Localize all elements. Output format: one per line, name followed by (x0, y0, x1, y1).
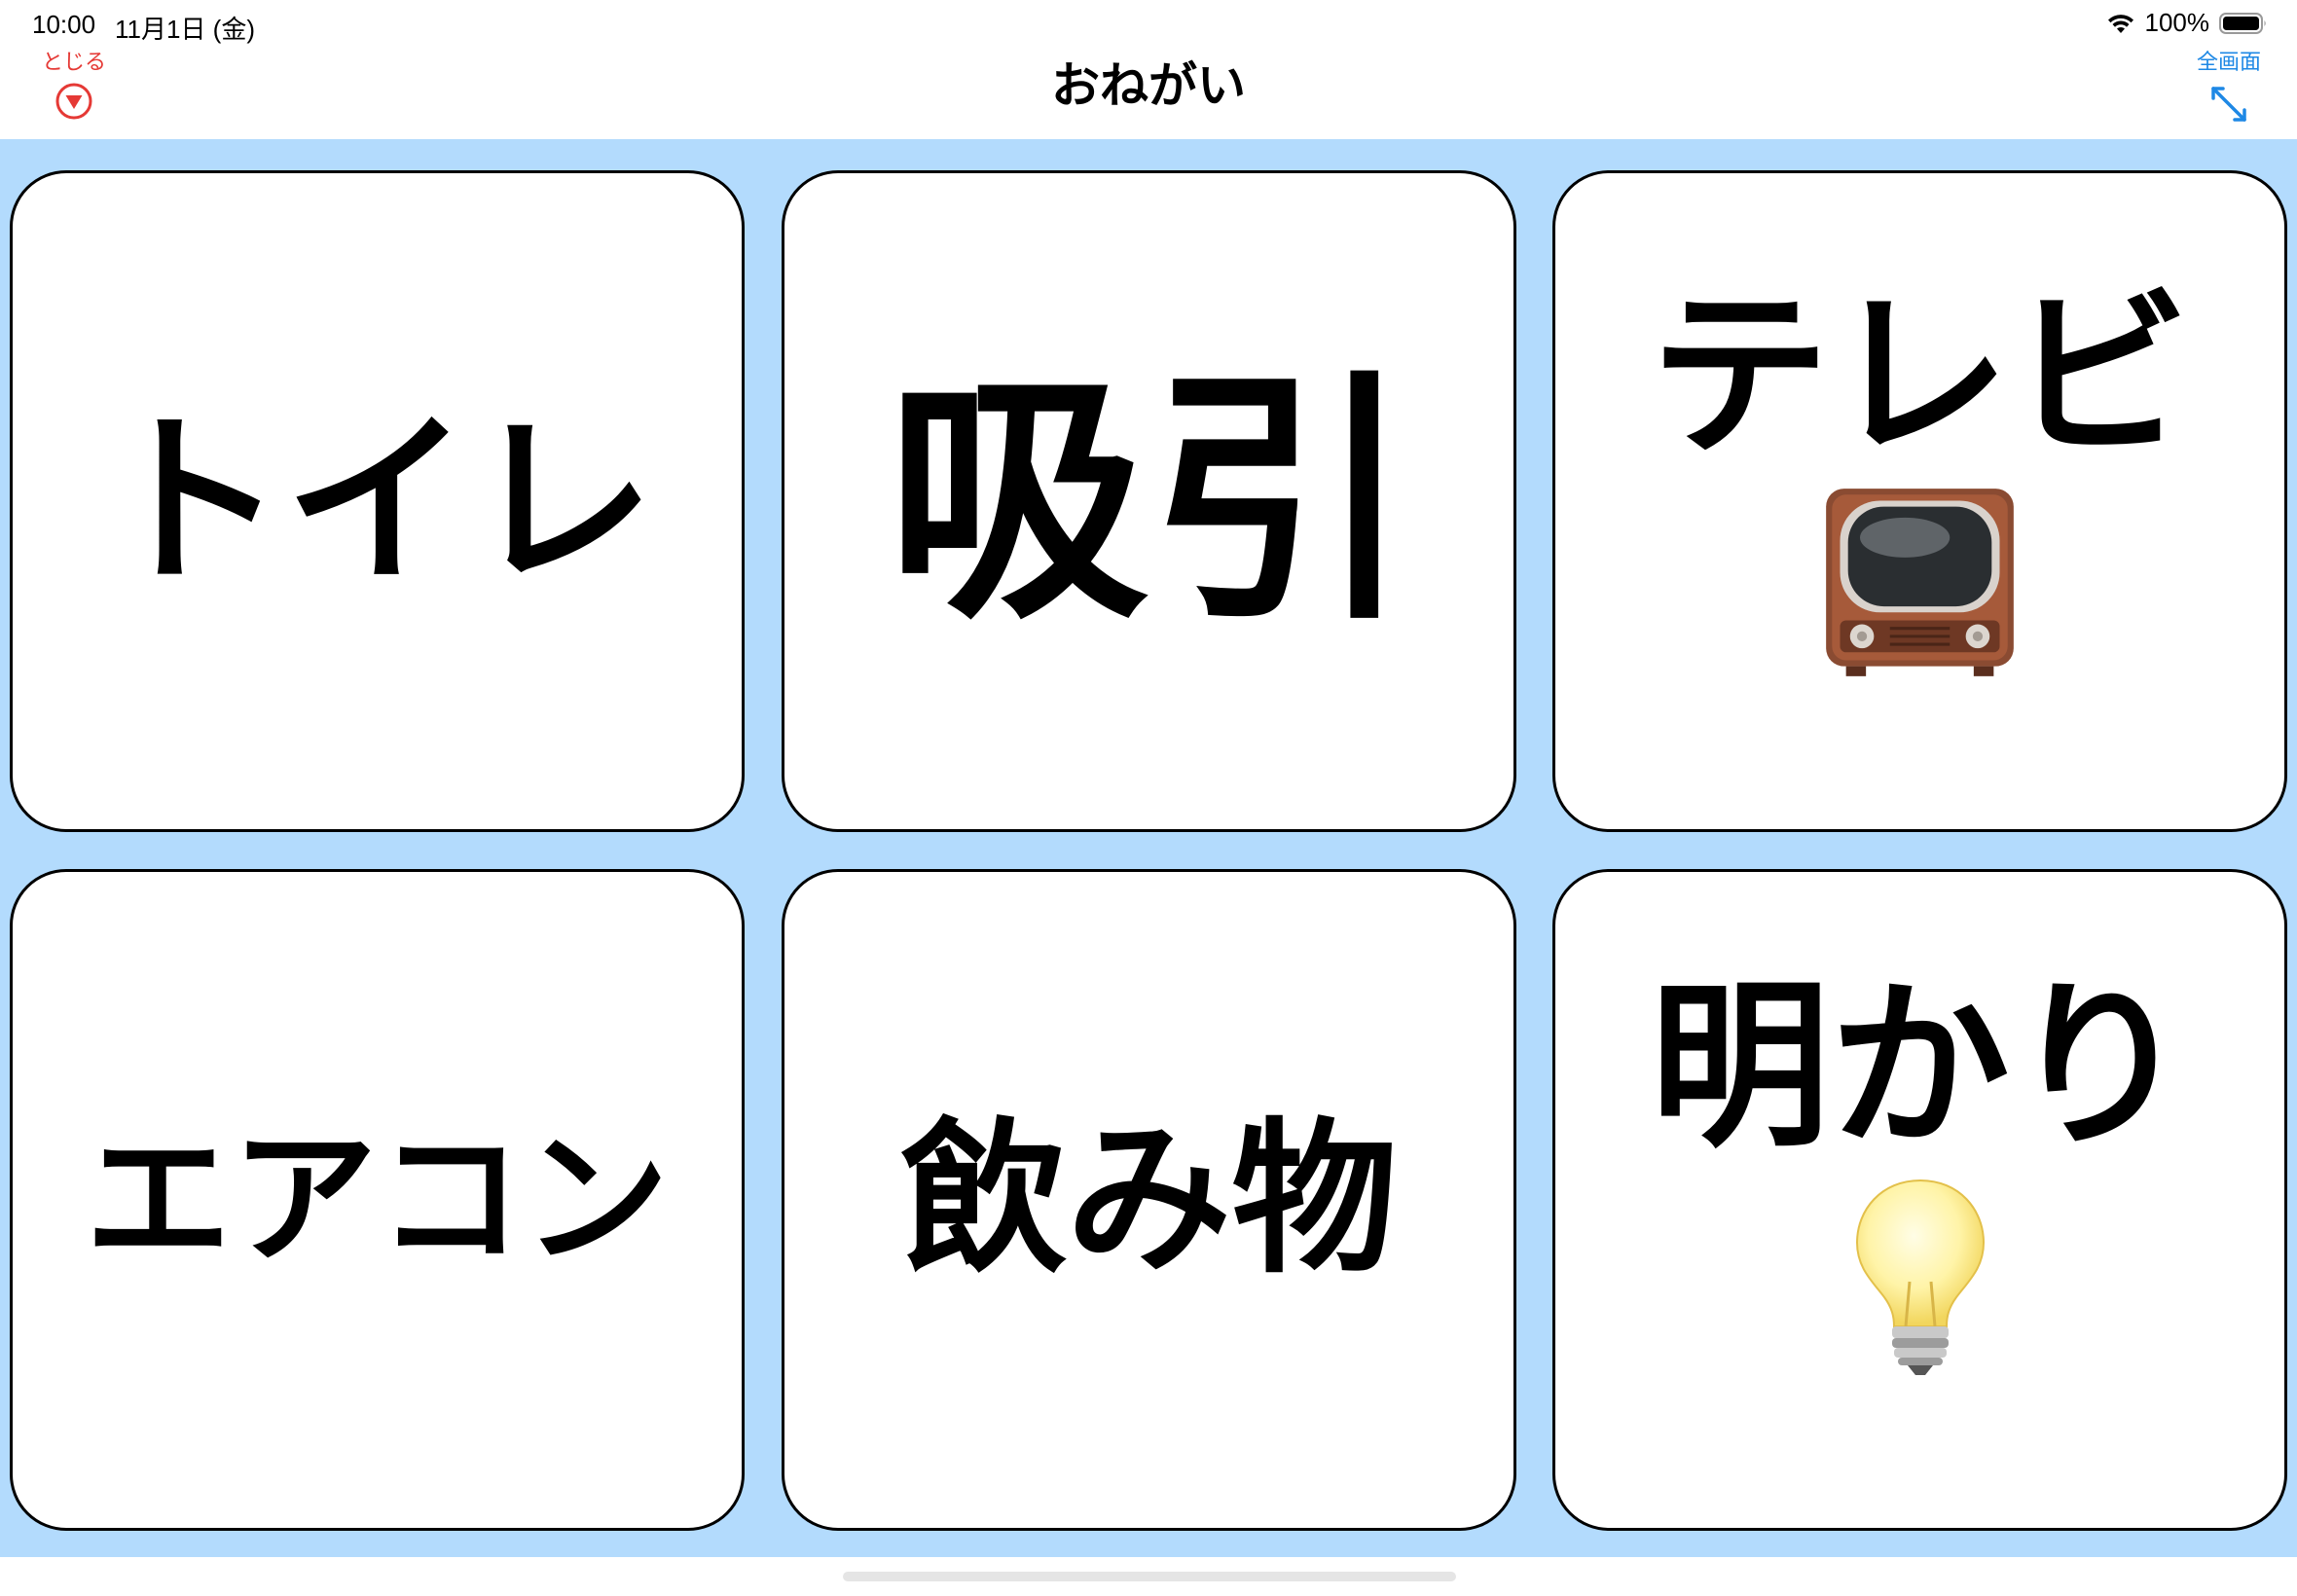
card-label: 吸引 (886, 347, 1412, 655)
television-icon (1820, 483, 2020, 686)
request-board: トイレ 吸引 テレビ エアコン 飲み物 明かり (0, 139, 2297, 1557)
card-label: トイレ (99, 393, 655, 609)
battery-icon (2219, 12, 2268, 35)
fullscreen-button[interactable]: 全画面 (2190, 51, 2268, 134)
navigation-bar: とじる おねがい 全画面 (0, 49, 2297, 138)
card-label: テレビ (1650, 270, 2190, 481)
card-drink[interactable]: 飲み物 (782, 869, 1516, 1531)
wifi-icon (2106, 12, 2135, 35)
card-suction[interactable]: 吸引 (782, 170, 1516, 832)
fullscreen-label: 全画面 (2196, 51, 2261, 75)
app-screen: 10:00 11月1日 (金) 100% とじる おねがい 全画面 トイレ 吸引… (0, 0, 2297, 1596)
expand-arrows-icon (2208, 84, 2249, 128)
card-label: エアコン (85, 1114, 670, 1285)
status-time: 10:00 (32, 10, 96, 39)
card-light[interactable]: 明かり (1552, 869, 2287, 1531)
battery-percent: 100% (2144, 8, 2210, 37)
status-bar: 10:00 11月1日 (金) 100% (0, 0, 2297, 49)
light-bulb-icon (1847, 1175, 1993, 1383)
card-label: 飲み物 (900, 1103, 1398, 1296)
status-date: 11月1日 (金) (115, 15, 255, 44)
card-label: 明かり (1650, 961, 2190, 1173)
card-television[interactable]: テレビ (1552, 170, 2287, 832)
card-air-conditioner[interactable]: エアコン (10, 869, 745, 1531)
card-toilet[interactable]: トイレ (10, 170, 745, 832)
page-title: おねがい (1051, 57, 1246, 114)
status-indicators: 100% (2106, 8, 2269, 38)
home-indicator[interactable] (843, 1572, 1456, 1581)
